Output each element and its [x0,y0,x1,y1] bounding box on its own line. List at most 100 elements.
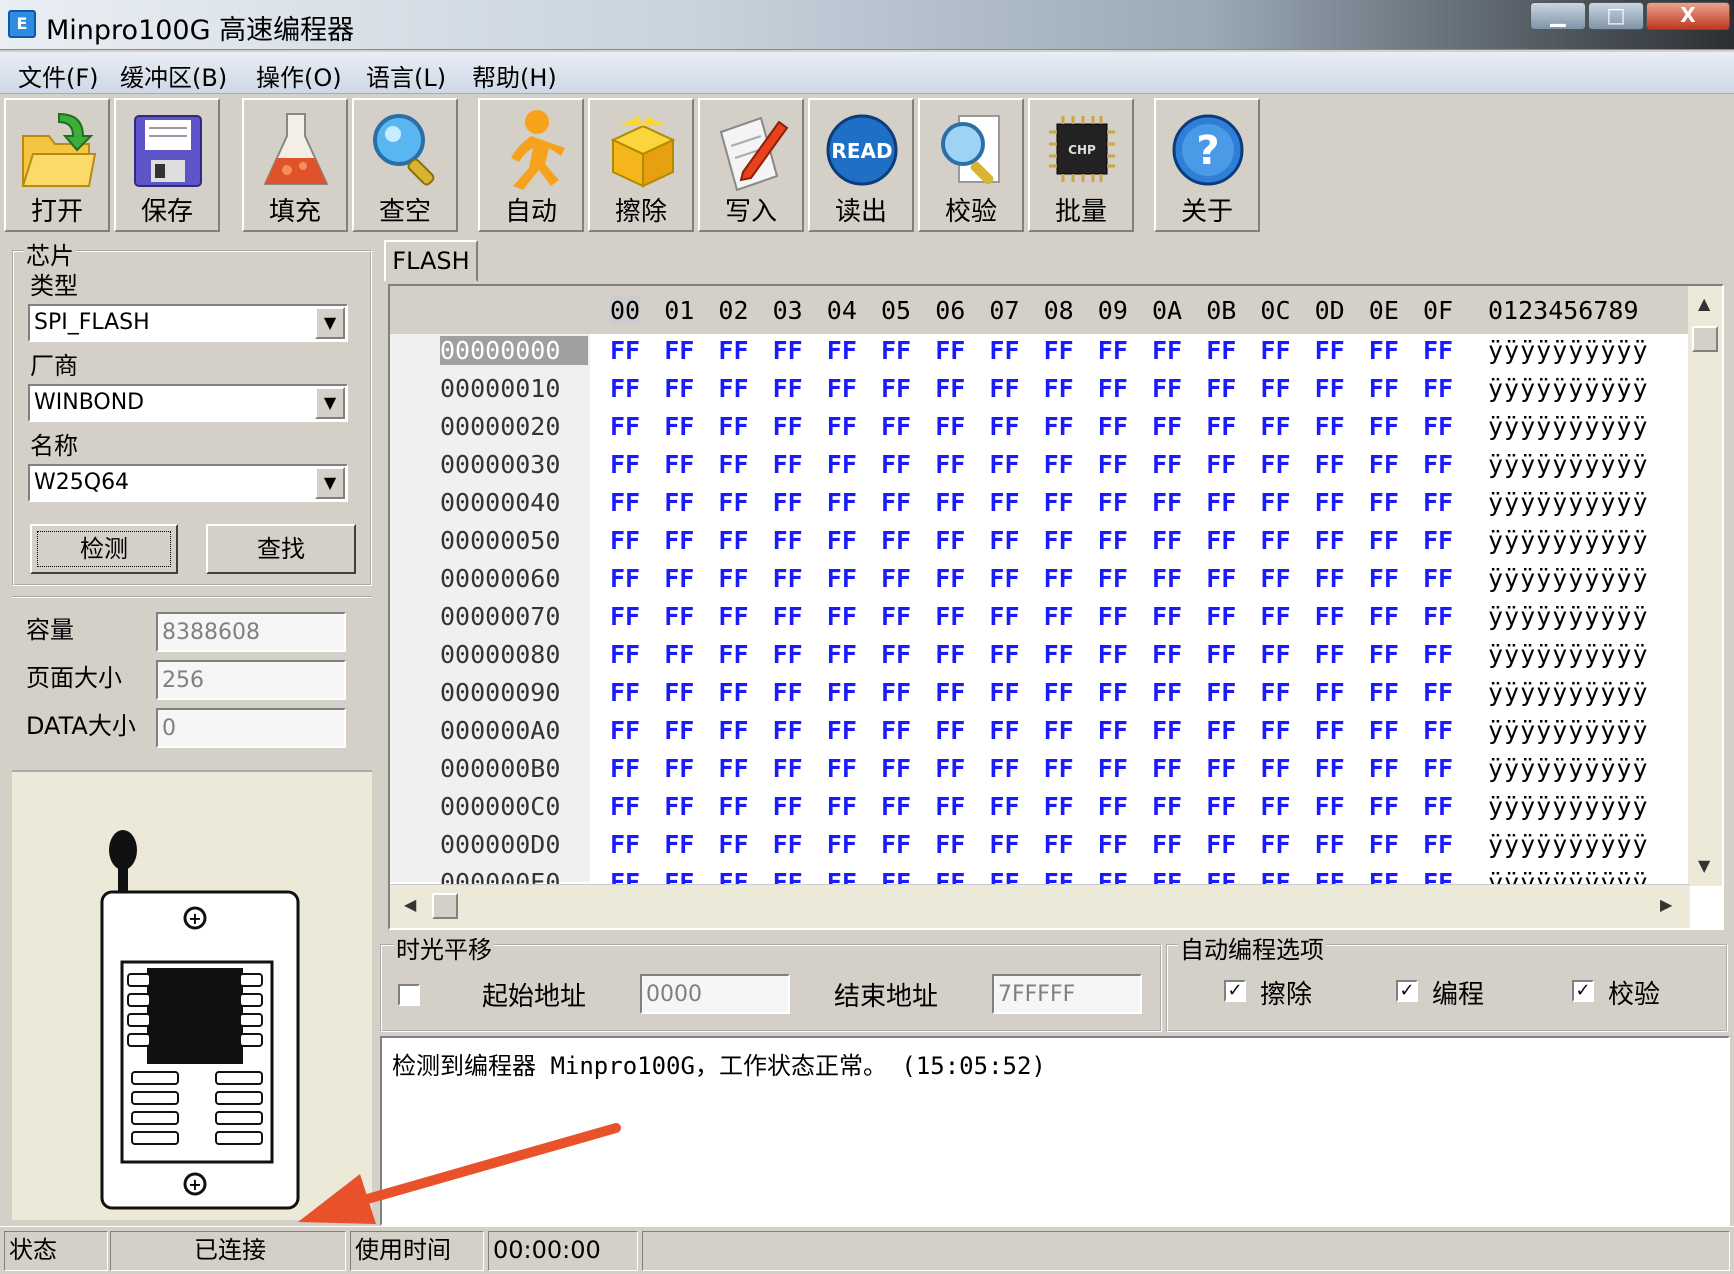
hex-byte[interactable]: FF [1315,640,1345,669]
hex-byte[interactable]: FF [935,678,965,707]
close-button[interactable]: X [1646,2,1730,30]
hex-byte[interactable]: FF [1423,792,1453,821]
hex-byte[interactable]: FF [1098,716,1128,745]
hex-byte[interactable]: FF [1315,336,1345,365]
search-button[interactable]: 查找 [206,524,356,574]
hex-byte[interactable]: FF [827,830,857,859]
erase-button[interactable]: 擦除 [588,98,694,232]
hex-byte[interactable]: FF [610,602,640,631]
hex-byte[interactable]: FF [1152,792,1182,821]
hex-byte[interactable]: FF [881,488,911,517]
hex-byte[interactable]: FF [1044,412,1074,441]
hex-byte[interactable]: FF [881,754,911,783]
scroll-left-icon[interactable]: ◀ [404,895,416,914]
hex-byte[interactable]: FF [773,792,803,821]
hex-byte[interactable]: FF [1423,412,1453,441]
hex-byte[interactable]: FF [718,716,748,745]
hex-byte[interactable]: FF [610,640,640,669]
hex-byte[interactable]: FF [1098,678,1128,707]
hex-byte[interactable]: FF [1260,602,1290,631]
hex-byte[interactable]: FF [1098,602,1128,631]
hex-row[interactable]: 00000020 FF FF FF FF FF FF FF FF FF FF FF FF FF FF FF FF… [390,412,1690,450]
hex-byte[interactable]: FF [1260,678,1290,707]
hex-byte[interactable]: FF [773,374,803,403]
hex-byte[interactable]: FF [935,450,965,479]
hex-byte[interactable]: FF [1260,564,1290,593]
hex-byte[interactable]: FF [1206,412,1236,441]
hex-byte[interactable]: FF [1369,678,1399,707]
hex-byte[interactable]: FF [773,564,803,593]
hex-byte[interactable]: FF [1260,716,1290,745]
hex-byte[interactable]: FF [935,602,965,631]
hex-byte[interactable]: FF [1369,716,1399,745]
hex-byte[interactable]: FF [1423,450,1453,479]
hex-byte[interactable]: FF [989,678,1019,707]
hex-byte[interactable]: FF [610,450,640,479]
hex-byte[interactable]: FF [1315,602,1345,631]
hex-byte[interactable]: FF [1098,450,1128,479]
hex-byte[interactable]: FF [1044,450,1074,479]
hex-byte[interactable]: FF [935,412,965,441]
hex-byte[interactable]: FF [1206,792,1236,821]
hex-byte[interactable]: FF [664,412,694,441]
hex-byte[interactable]: FF [1369,830,1399,859]
hex-byte[interactable]: FF [1369,336,1399,365]
menu-buffer[interactable]: 缓冲区(B) [112,58,235,93]
horizontal-scrollbar[interactable]: ◀ ▶ [390,884,1690,928]
hex-byte[interactable]: FF [827,716,857,745]
hex-byte[interactable]: FF [1098,526,1128,555]
hex-byte[interactable]: FF [1315,678,1345,707]
hex-byte[interactable]: FF [1152,754,1182,783]
hex-byte[interactable]: FF [773,450,803,479]
hex-byte[interactable]: FF [718,754,748,783]
hex-byte[interactable]: FF [1044,564,1074,593]
hex-byte[interactable]: FF [881,412,911,441]
hex-byte[interactable]: FF [1152,374,1182,403]
detect-button[interactable]: 检测 [30,524,178,574]
hex-byte[interactable]: FF [989,830,1019,859]
auto-button[interactable]: 自动 [478,98,584,232]
hex-byte[interactable]: FF [989,412,1019,441]
hex-byte[interactable]: FF [989,374,1019,403]
hex-byte[interactable]: FF [827,792,857,821]
maximize-button[interactable]: □ [1588,2,1644,30]
hex-byte[interactable]: FF [610,336,640,365]
hex-byte[interactable]: FF [1423,716,1453,745]
hex-byte[interactable]: FF [664,488,694,517]
hex-byte[interactable]: FF [1044,678,1074,707]
hex-byte[interactable]: FF [989,526,1019,555]
hex-row[interactable]: 00000000 FF FF FF FF FF FF FF FF FF FF FF FF FF FF FF FF… [390,336,1690,374]
chevron-down-icon[interactable]: ▼ [315,387,345,419]
hex-byte[interactable]: FF [1044,640,1074,669]
hex-byte[interactable]: FF [1152,602,1182,631]
start-address-input[interactable]: 0000 [640,974,790,1014]
hex-byte[interactable]: FF [881,678,911,707]
horizontal-scroll-thumb[interactable] [432,893,458,919]
hex-byte[interactable]: FF [610,830,640,859]
hex-row[interactable]: 00000080 FF FF FF FF FF FF FF FF FF FF FF FF FF FF FF FF… [390,640,1690,678]
hex-byte[interactable]: FF [1369,564,1399,593]
hex-row[interactable]: 00000050 FF FF FF FF FF FF FF FF FF FF FF FF FF FF FF FF… [390,526,1690,564]
hex-byte[interactable]: FF [827,754,857,783]
hex-byte[interactable]: FF [1369,640,1399,669]
type-select[interactable]: SPI_FLASH ▼ [28,304,348,342]
hex-byte[interactable]: FF [773,412,803,441]
hex-row[interactable]: 00000030 FF FF FF FF FF FF FF FF FF FF FF FF FF FF FF FF… [390,450,1690,488]
menu-help[interactable]: 帮助(H) [464,58,565,93]
program-checkbox[interactable]: ✓ [1396,980,1418,1002]
hex-byte[interactable]: FF [664,640,694,669]
hex-byte[interactable]: FF [610,564,640,593]
name-select[interactable]: W25Q64 ▼ [28,464,348,502]
batch-button[interactable]: CHP 批量 [1028,98,1134,232]
hex-byte[interactable]: FF [1206,640,1236,669]
read-button[interactable]: READ 读出 [808,98,914,232]
hex-byte[interactable]: FF [718,830,748,859]
hex-byte[interactable]: FF [1315,488,1345,517]
hex-byte[interactable]: FF [1315,526,1345,555]
verify-button[interactable]: 校验 [918,98,1024,232]
hex-byte[interactable]: FF [1260,336,1290,365]
hex-byte[interactable]: FF [1315,754,1345,783]
hex-byte[interactable]: FF [1369,792,1399,821]
hex-byte[interactable]: FF [610,526,640,555]
hex-byte[interactable]: FF [989,792,1019,821]
